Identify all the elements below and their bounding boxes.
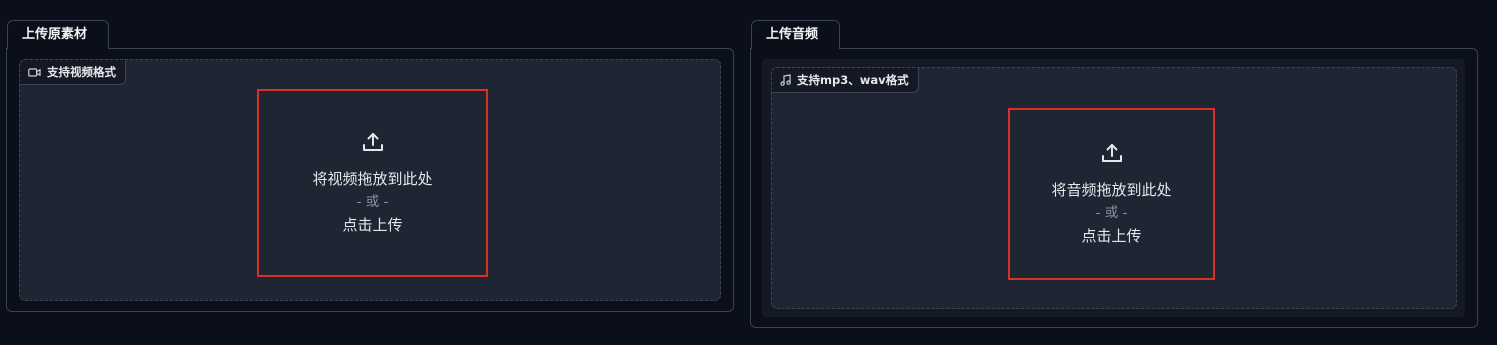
video-drop-text: 将视频拖放到此处: [312, 169, 433, 188]
tab-upload-audio[interactable]: 上传音频: [751, 20, 840, 49]
upload-icon: [1100, 141, 1124, 169]
tab-upload-source-label: 上传原素材: [22, 27, 88, 42]
video-or-text: - 或 -: [356, 193, 389, 210]
video-format-badge: 支持视频格式: [20, 60, 126, 85]
upload-icon: [361, 130, 385, 158]
video-format-badge-text: 支持视频格式: [47, 65, 116, 79]
video-upload-button[interactable]: 将视频拖放到此处 - 或 - 点击上传: [257, 89, 488, 277]
audio-drop-text: 将音频拖放到此处: [1051, 180, 1172, 199]
music-note-icon: [780, 74, 791, 86]
video-click-upload-text: 点击上传: [342, 215, 403, 234]
tab-upload-audio-label: 上传音频: [766, 27, 819, 42]
audio-upload-button[interactable]: 将音频拖放到此处 - 或 - 点击上传: [1008, 108, 1215, 280]
tab-upload-source[interactable]: 上传原素材: [7, 20, 109, 49]
video-camera-icon: [28, 67, 41, 78]
audio-format-badge: 支持mp3、wav格式: [772, 68, 919, 93]
audio-or-text: - 或 -: [1095, 204, 1128, 221]
audio-click-upload-text: 点击上传: [1081, 226, 1142, 245]
audio-format-badge-text: 支持mp3、wav格式: [797, 73, 909, 87]
